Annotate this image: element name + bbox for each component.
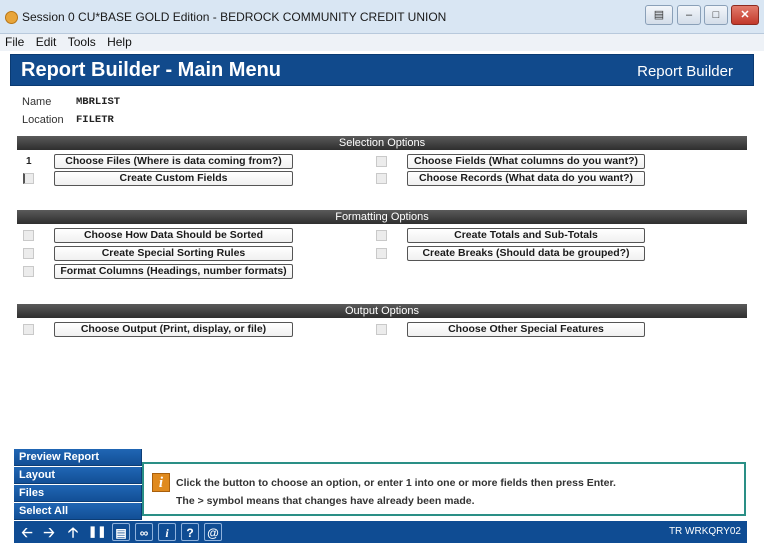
section-output-options: Output Options bbox=[17, 304, 747, 318]
bottom-toolbar: 🡠 🡢 🡡 ❚❚ ▤ ∞ i ? @ TR WRKQRY02 bbox=[14, 521, 747, 543]
restore-icon[interactable]: ▤ bbox=[645, 5, 673, 25]
name-value: MBRLIST bbox=[76, 96, 121, 108]
special-features-button[interactable]: Choose Other Special Features bbox=[407, 322, 645, 337]
minimize-icon[interactable]: – bbox=[677, 5, 701, 25]
option-field-output[interactable] bbox=[23, 324, 34, 335]
option-field-choose-fields[interactable] bbox=[376, 156, 387, 167]
message-line-2: The > symbol means that changes have alr… bbox=[176, 495, 475, 507]
info-icon: i bbox=[152, 473, 170, 492]
create-breaks-button[interactable]: Create Breaks (Should data be grouped?) bbox=[407, 246, 645, 261]
name-label: Name bbox=[22, 96, 52, 108]
menu-tools[interactable]: Tools bbox=[63, 34, 99, 49]
select-all-button[interactable]: Select All bbox=[14, 503, 142, 520]
option-field-custom-fields[interactable] bbox=[23, 173, 34, 184]
choose-output-button[interactable]: Choose Output (Print, display, or file) bbox=[54, 322, 293, 337]
window-titlebar: Session 0 CU*BASE GOLD Edition - BEDROCK… bbox=[0, 0, 764, 34]
create-sorting-rules-button[interactable]: Create Special Sorting Rules bbox=[54, 246, 293, 261]
up-arrow-icon[interactable]: 🡡 bbox=[64, 523, 82, 541]
message-box: i Click the button to choose an option, … bbox=[142, 462, 746, 516]
window-title: Session 0 CU*BASE GOLD Edition - BEDROCK… bbox=[22, 10, 447, 24]
layout-button[interactable]: Layout bbox=[14, 467, 142, 484]
pause-icon[interactable]: ❚❚ bbox=[88, 523, 106, 541]
menu-help[interactable]: Help bbox=[102, 34, 135, 49]
preview-report-button[interactable]: Preview Report bbox=[14, 449, 142, 466]
help-icon[interactable]: ? bbox=[181, 523, 199, 541]
page-subtitle: Report Builder bbox=[637, 63, 733, 80]
link-icon[interactable]: ∞ bbox=[135, 523, 153, 541]
page-header: Report Builder - Main Menu Report Builde… bbox=[10, 54, 754, 86]
section-selection-options: Selection Options bbox=[17, 136, 747, 150]
app-icon bbox=[5, 11, 18, 24]
close-icon[interactable]: ✕ bbox=[731, 5, 759, 25]
option-field-special-features[interactable] bbox=[376, 324, 387, 335]
choose-sort-button[interactable]: Choose How Data Should be Sorted bbox=[54, 228, 293, 243]
page-title: Report Builder - Main Menu bbox=[21, 59, 281, 81]
screen-code: TR WRKQRY02 bbox=[668, 526, 741, 537]
maximize-icon[interactable]: □ bbox=[704, 5, 728, 25]
option-field-format-columns[interactable] bbox=[23, 266, 34, 277]
option-field-totals[interactable] bbox=[376, 230, 387, 241]
back-arrow-icon[interactable]: 🡠 bbox=[18, 523, 36, 541]
create-custom-fields-button[interactable]: Create Custom Fields bbox=[54, 171, 293, 186]
section-formatting-options: Formatting Options bbox=[17, 210, 747, 224]
create-totals-button[interactable]: Create Totals and Sub-Totals bbox=[407, 228, 645, 243]
files-button[interactable]: Files bbox=[14, 485, 142, 502]
location-label: Location bbox=[22, 114, 64, 126]
format-columns-button[interactable]: Format Columns (Headings, number formats… bbox=[54, 264, 293, 279]
menu-bar: File Edit Tools Help bbox=[0, 34, 764, 51]
menu-file[interactable]: File bbox=[0, 34, 27, 49]
option-field-breaks[interactable] bbox=[376, 248, 387, 259]
choose-files-button[interactable]: Choose Files (Where is data coming from?… bbox=[54, 154, 293, 169]
at-icon[interactable]: @ bbox=[204, 523, 222, 541]
choose-records-button[interactable]: Choose Records (What data do you want?) bbox=[407, 171, 645, 186]
option-field-sorting-rules[interactable] bbox=[23, 248, 34, 259]
print-icon[interactable]: ▤ bbox=[112, 523, 130, 541]
forward-arrow-icon[interactable]: 🡢 bbox=[40, 523, 58, 541]
option-field-choose-records[interactable] bbox=[376, 173, 387, 184]
info-toolbar-icon[interactable]: i bbox=[158, 523, 176, 541]
menu-edit[interactable]: Edit bbox=[31, 34, 60, 49]
option-field-choose-files[interactable]: 1 bbox=[26, 156, 32, 167]
location-value: FILETR bbox=[76, 114, 114, 126]
choose-fields-button[interactable]: Choose Fields (What columns do you want?… bbox=[407, 154, 645, 169]
message-line-1: Click the button to choose an option, or… bbox=[176, 477, 616, 489]
option-field-sort[interactable] bbox=[23, 230, 34, 241]
